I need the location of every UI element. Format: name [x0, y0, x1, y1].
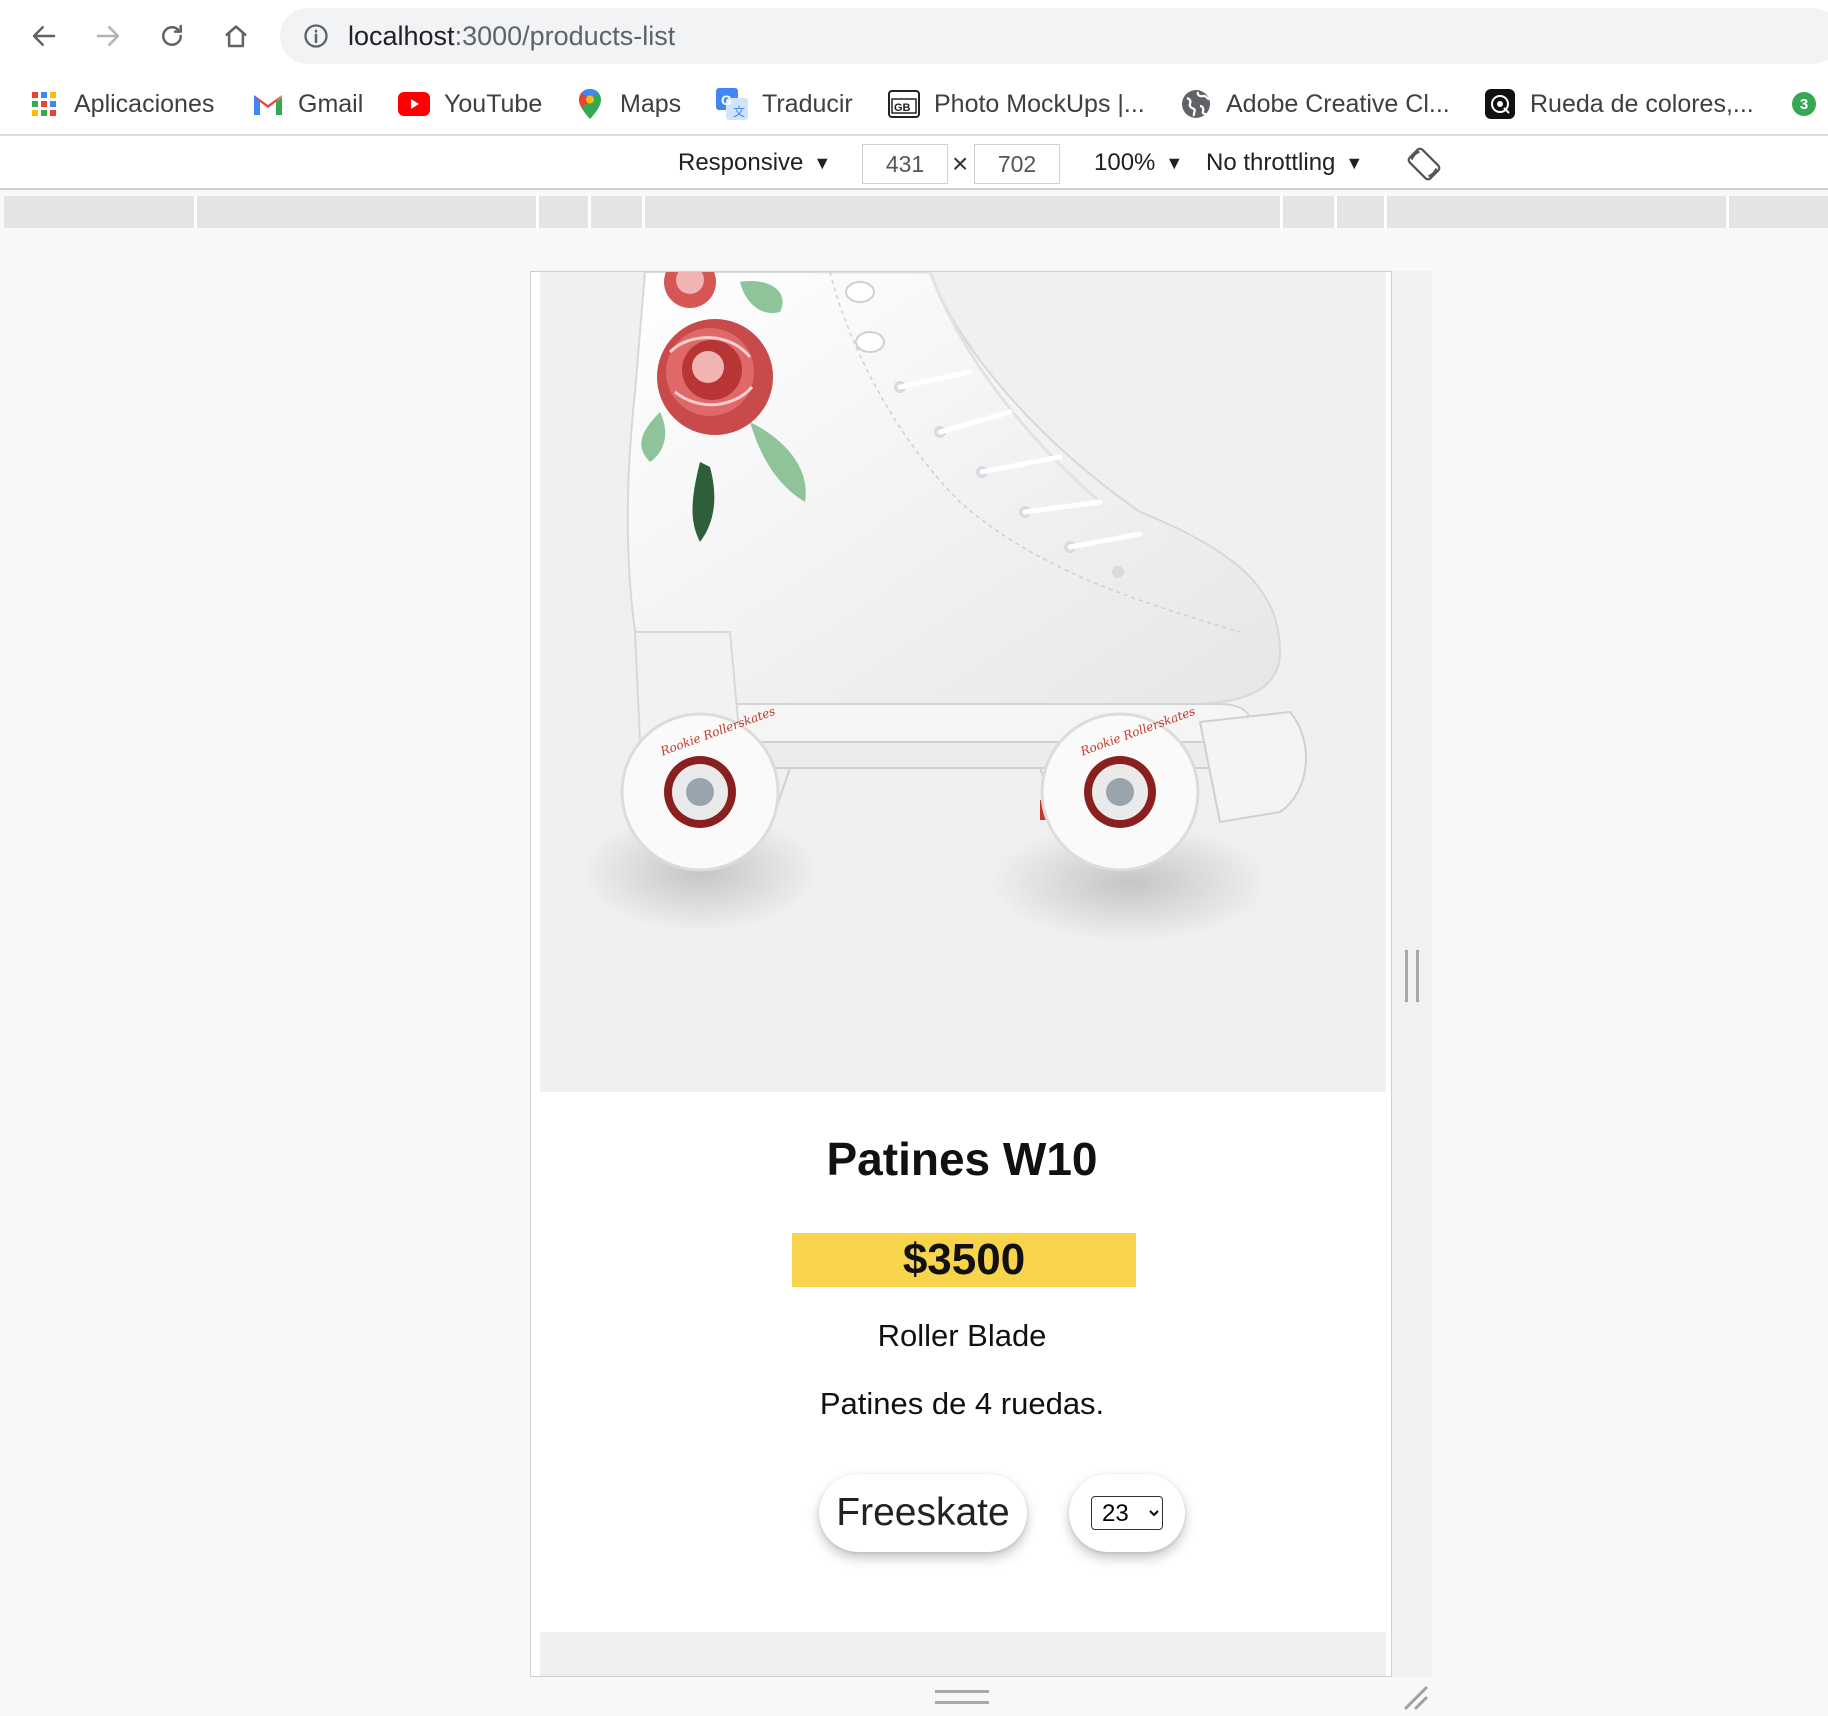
- resize-handle-right[interactable]: [1405, 950, 1419, 1002]
- home-icon: [225, 25, 247, 48]
- viewport-width-input[interactable]: [862, 144, 948, 184]
- bookmark-label: Rueda de colores,...: [1530, 89, 1754, 118]
- mockups-icon: GB: [888, 88, 920, 120]
- maps-pin-icon: [574, 88, 606, 120]
- bookmark-adobe-creative[interactable]: Adobe Creative Cl...: [1180, 86, 1450, 122]
- youtube-icon: [398, 88, 430, 120]
- bookmark-youtube[interactable]: YouTube: [398, 86, 542, 122]
- globe-icon: [1180, 88, 1212, 120]
- media-query-tick: [1384, 196, 1387, 228]
- extension-badge[interactable]: 3: [1788, 86, 1820, 122]
- url-host: localhost: [348, 21, 455, 51]
- bookmark-maps[interactable]: Maps: [574, 86, 681, 122]
- gmail-icon: [252, 88, 284, 120]
- forward-button[interactable]: [88, 16, 128, 56]
- address-bar[interactable]: localhost:3000/products-list: [280, 8, 1828, 64]
- bookmark-label: Adobe Creative Cl...: [1226, 89, 1450, 118]
- media-query-tick: [588, 196, 591, 228]
- apps-grid-icon: [28, 88, 60, 120]
- info-icon[interactable]: [302, 22, 330, 50]
- viewport-height-input[interactable]: [974, 144, 1060, 184]
- arrow-right-icon: [96, 26, 120, 46]
- bookmark-label: Traducir: [762, 89, 853, 118]
- media-query-bar[interactable]: [4, 196, 1828, 228]
- device-toolbar: Responsive ▼ × 100% ▼ No throttling ▼: [0, 136, 1828, 190]
- dimension-separator: ×: [952, 148, 969, 179]
- product-title: Patines W10: [826, 1133, 1098, 1185]
- roller-skate-image: Rookie Rollerskates Rookie Rollerskates: [580, 272, 1307, 942]
- resize-corner-icon[interactable]: [1398, 1680, 1430, 1712]
- translate-icon: G文: [716, 88, 748, 120]
- product-description: Patines de 4 ruedas.: [819, 1386, 1105, 1421]
- browser-toolbar: localhost:3000/products-list: [0, 0, 1828, 74]
- reload-icon: [162, 24, 182, 46]
- svg-text:G: G: [721, 92, 732, 108]
- reload-button[interactable]: [152, 16, 192, 56]
- bookmark-traducir[interactable]: G文 Traducir: [716, 86, 853, 122]
- throttling-label: No throttling: [1206, 149, 1336, 176]
- bookmark-label: YouTube: [444, 89, 543, 118]
- back-button[interactable]: [24, 16, 64, 56]
- bookmark-gmail[interactable]: Gmail: [252, 86, 363, 122]
- throttling-dropdown[interactable]: No throttling ▼: [1206, 144, 1363, 182]
- caret-down-icon: ▼: [1165, 152, 1184, 173]
- device-label: Responsive: [678, 149, 804, 176]
- bookmark-aplicaciones[interactable]: Aplicaciones: [28, 86, 214, 122]
- size-select[interactable]: 23: [1091, 1496, 1163, 1530]
- media-query-tick: [1334, 196, 1337, 228]
- product-image: Rookie Rollerskates Rookie Rollerskates: [540, 272, 1386, 1092]
- media-query-tick: [1726, 196, 1729, 228]
- size-pill: 23: [1069, 1474, 1185, 1552]
- bookmark-label: Maps: [620, 89, 682, 118]
- bookmarks-bar: Aplicaciones Gmail YouTube Maps G文 Tradu…: [0, 74, 1828, 136]
- bookmark-photo-mockups[interactable]: GB Photo MockUps |...: [888, 86, 1145, 122]
- rotate-icon[interactable]: [1406, 146, 1442, 182]
- bookmark-label: Gmail: [298, 89, 364, 118]
- resize-handle-bottom[interactable]: [935, 1690, 989, 1704]
- device-dropdown[interactable]: Responsive ▼: [678, 144, 831, 182]
- media-query-tick: [1280, 196, 1283, 228]
- zoom-label: 100%: [1094, 149, 1156, 176]
- bookmark-label: Aplicaciones: [74, 89, 215, 118]
- media-query-tick: [536, 196, 539, 228]
- notification-badge-icon: 3: [1788, 88, 1820, 120]
- badge-count: 3: [1800, 96, 1808, 113]
- bookmark-rueda-colores[interactable]: Rueda de colores,...: [1484, 86, 1754, 122]
- product-brand: Roller Blade: [877, 1318, 1047, 1353]
- bookmark-label: Photo MockUps |...: [934, 89, 1145, 118]
- next-product-card: [540, 1632, 1386, 1676]
- product-price: $3500: [792, 1233, 1136, 1287]
- media-query-tick: [642, 196, 645, 228]
- home-button[interactable]: [216, 16, 256, 56]
- arrow-left-icon: [32, 26, 56, 46]
- color-wheel-icon: [1484, 88, 1516, 120]
- url-path: :3000/products-list: [454, 21, 676, 51]
- svg-text:文: 文: [733, 104, 745, 119]
- caret-down-icon: ▼: [1345, 152, 1364, 173]
- media-query-tick: [194, 196, 197, 228]
- caret-down-icon: ▼: [813, 152, 832, 173]
- emulated-viewport: Rookie Rollerskates Rookie Rollerskates: [530, 271, 1392, 1677]
- zoom-dropdown[interactable]: 100% ▼: [1094, 144, 1183, 182]
- category-button[interactable]: Freeskate: [819, 1474, 1027, 1552]
- svg-text:GB: GB: [894, 102, 911, 114]
- url-text[interactable]: localhost:3000/products-list: [348, 20, 675, 52]
